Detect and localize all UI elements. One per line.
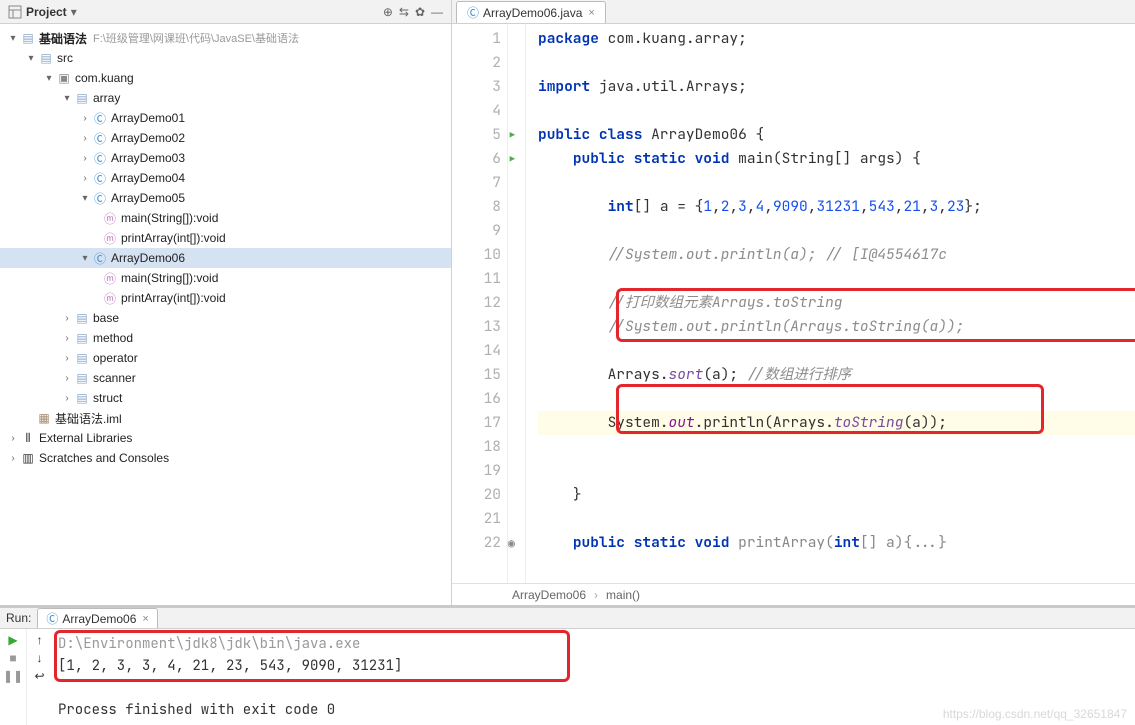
tree-iml[interactable]: ▦基础语法.iml <box>0 408 451 428</box>
java-class-icon: Ⓒ <box>92 110 108 127</box>
tree-ext-libs[interactable]: ›⫴External Libraries <box>0 428 451 448</box>
close-tab-icon[interactable]: × <box>588 7 594 19</box>
override-gutter-icon[interactable]: ◉ <box>508 531 515 555</box>
editor-tab[interactable]: Ⓒ ArrayDemo06.java × <box>456 1 606 23</box>
java-class-icon: Ⓒ <box>467 4 479 21</box>
tree-pkg-other[interactable]: ›▤scanner <box>0 368 451 388</box>
tree-method[interactable]: ⓜmain(String[]):void <box>0 208 451 228</box>
tree-class[interactable]: ›ⒸArrayDemo01 <box>0 108 451 128</box>
java-class-icon: Ⓒ <box>92 150 108 167</box>
pause-icon[interactable]: ❚❚ <box>3 669 23 683</box>
tree-root[interactable]: ▾▤基础语法F:\班级管理\网课班\代码\JavaSE\基础语法 <box>0 28 451 48</box>
project-panel: Project ▾ ⊕ ⇆ ✿ — ▾▤基础语法F:\班级管理\网课班\代码\J… <box>0 0 452 605</box>
java-class-icon: Ⓒ <box>92 250 108 267</box>
run-subtoolbar: ↑ ↓ ↩ <box>26 629 52 725</box>
tree-class[interactable]: ›ⒸArrayDemo04 <box>0 168 451 188</box>
up-icon[interactable]: ↑ <box>37 633 43 647</box>
tree-scratches[interactable]: ›▥Scratches and Consoles <box>0 448 451 468</box>
package-icon: ▤ <box>74 91 90 105</box>
editor-panel: Ⓒ ArrayDemo06.java × 1234 5▶ 6▶ 78910 11… <box>452 0 1135 605</box>
tree-class[interactable]: ▾ⒸArrayDemo05 <box>0 188 451 208</box>
breadcrumb-item[interactable]: main() <box>602 588 644 602</box>
wrap-icon[interactable]: ↩ <box>34 669 44 683</box>
tree-method[interactable]: ⓜprintArray(int[]):void <box>0 228 451 248</box>
package-icon: ▤ <box>74 391 90 405</box>
run-title: Run: <box>6 611 31 625</box>
watermark: https://blog.csdn.net/qq_32651847 <box>943 707 1127 721</box>
editor-body[interactable]: 1234 5▶ 6▶ 78910 11121314 15161718 19202… <box>452 24 1135 583</box>
run-header: Run: Ⓒ ArrayDemo06 × <box>0 608 1135 629</box>
package-icon: ▤ <box>74 371 90 385</box>
gutter: 1234 5▶ 6▶ 78910 11121314 15161718 19202… <box>452 24 508 583</box>
hide-icon[interactable]: — <box>431 5 443 19</box>
tree-pkg-other[interactable]: ›▤method <box>0 328 451 348</box>
run-tab[interactable]: Ⓒ ArrayDemo06 × <box>37 608 157 628</box>
run-panel: Run: Ⓒ ArrayDemo06 × ▶ ■ ❚❚ ↑ ↓ ↩ D:\Env… <box>0 605 1135 719</box>
iml-file-icon: ▦ <box>36 411 52 425</box>
dropdown-icon[interactable]: ▾ <box>71 5 77 19</box>
package-icon: ▤ <box>74 311 90 325</box>
package-icon: ▤ <box>74 351 90 365</box>
expand-all-icon[interactable]: ⇆ <box>399 5 409 19</box>
scratches-icon: ▥ <box>20 451 36 465</box>
tree-pkg-other[interactable]: ›▤struct <box>0 388 451 408</box>
tree-class-selected[interactable]: ▾ⒸArrayDemo06 <box>0 248 451 268</box>
tree-class[interactable]: ›ⒸArrayDemo02 <box>0 128 451 148</box>
tree-class[interactable]: ›ⒸArrayDemo03 <box>0 148 451 168</box>
settings-icon[interactable]: ✿ <box>415 5 425 19</box>
console-line: [1, 2, 3, 3, 4, 21, 23, 543, 9090, 31231… <box>58 655 1129 677</box>
down-icon[interactable]: ↓ <box>37 651 43 665</box>
tree-pkg-other[interactable]: ›▤operator <box>0 348 451 368</box>
method-icon: ⓜ <box>102 270 118 287</box>
chevron-right-icon: › <box>590 588 602 602</box>
method-icon: ⓜ <box>102 230 118 247</box>
tree-pkg[interactable]: ▾▣com.kuang <box>0 68 451 88</box>
breadcrumb-item[interactable]: ArrayDemo06 <box>508 588 590 602</box>
java-class-icon: Ⓒ <box>92 190 108 207</box>
src-folder-icon: ▤ <box>38 51 54 65</box>
close-tab-icon[interactable]: × <box>142 613 148 625</box>
project-structure-icon <box>8 4 22 19</box>
module-icon: ▤ <box>20 31 36 45</box>
package-icon: ▣ <box>56 71 72 85</box>
stop-icon[interactable]: ■ <box>9 651 16 665</box>
project-tree: ▾▤基础语法F:\班级管理\网课班\代码\JavaSE\基础语法 ▾▤src ▾… <box>0 24 451 472</box>
run-gutter-icon[interactable]: ▶ <box>510 123 515 147</box>
breadcrumb: ArrayDemo06 › main() <box>452 583 1135 605</box>
java-class-icon: Ⓒ <box>92 170 108 187</box>
console-line: D:\Environment\jdk8\jdk\bin\java.exe <box>58 633 1129 655</box>
tree-pkg-other[interactable]: ›▤base <box>0 308 451 328</box>
libraries-icon: ⫴ <box>20 431 36 446</box>
select-opened-icon[interactable]: ⊕ <box>383 5 393 19</box>
run-tab-label: ArrayDemo06 <box>62 612 136 626</box>
run-toolbar: ▶ ■ ❚❚ <box>0 629 26 725</box>
run-gutter-icon[interactable]: ▶ <box>510 147 515 171</box>
tree-method[interactable]: ⓜmain(String[]):void <box>0 268 451 288</box>
fold-column <box>508 24 526 583</box>
project-panel-title: Project <box>26 5 67 19</box>
code-area[interactable]: package com.kuang.array; import java.uti… <box>526 24 1135 583</box>
tree-method[interactable]: ⓜprintArray(int[]):void <box>0 288 451 308</box>
java-class-icon: Ⓒ <box>92 130 108 147</box>
java-class-icon: Ⓒ <box>46 610 58 627</box>
project-panel-header: Project ▾ ⊕ ⇆ ✿ — <box>0 0 451 24</box>
method-icon: ⓜ <box>102 210 118 227</box>
package-icon: ▤ <box>74 331 90 345</box>
rerun-icon[interactable]: ▶ <box>8 633 17 647</box>
method-icon: ⓜ <box>102 290 118 307</box>
editor-tab-label: ArrayDemo06.java <box>483 6 582 20</box>
editor-tabs: Ⓒ ArrayDemo06.java × <box>452 0 1135 24</box>
tree-array[interactable]: ▾▤array <box>0 88 451 108</box>
tree-src[interactable]: ▾▤src <box>0 48 451 68</box>
